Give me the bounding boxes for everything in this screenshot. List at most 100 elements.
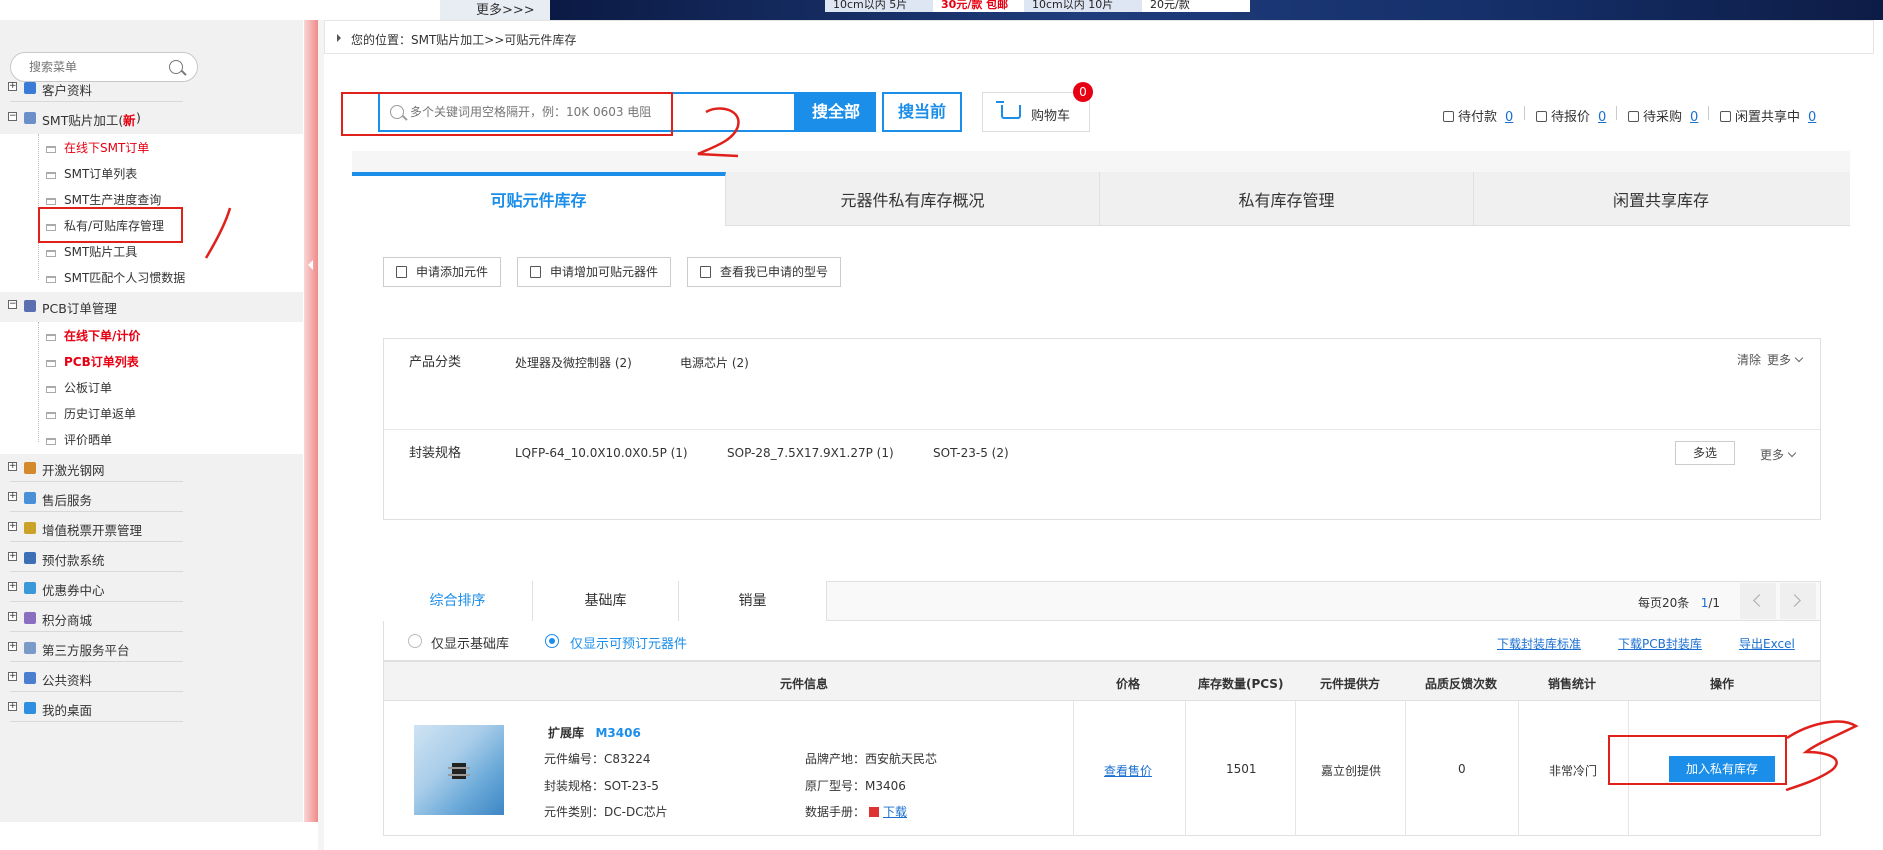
sidebar-item-label: 历史订单返单 <box>64 407 137 421</box>
expand-icon[interactable]: + <box>8 612 17 621</box>
expand-icon[interactable]: + <box>8 672 17 681</box>
pagination-info: 每页20条 1/1 <box>1638 594 1720 611</box>
status-count[interactable]: 0 <box>1690 110 1698 125</box>
collapse-arrow-icon[interactable] <box>308 260 313 270</box>
menu-section-icon <box>24 300 36 312</box>
radio-basic-only-label[interactable]: 仅显示基础库 <box>431 633 509 652</box>
search-icon[interactable] <box>169 60 183 74</box>
menu-section-icon <box>24 582 36 594</box>
request-add-component-button[interactable]: 申请添加元件 <box>383 257 502 287</box>
status-pending-payment[interactable]: 待付款 0 <box>1443 106 1513 125</box>
component-model-link[interactable]: M3406 <box>595 726 640 740</box>
menu-section-icon <box>24 612 36 624</box>
sidebar-section[interactable]: − SMT贴片加工(新) <box>0 104 303 132</box>
status-count[interactable]: 0 <box>1808 110 1816 125</box>
export-excel-link[interactable]: 导出Excel <box>1739 635 1795 652</box>
more-link[interactable]: 更多>>> <box>440 0 550 20</box>
next-page-button[interactable] <box>1780 583 1816 619</box>
view-price-link[interactable]: 查看售价 <box>1104 762 1152 779</box>
search-current-button[interactable]: 搜当前 <box>882 92 962 132</box>
search-all-button[interactable]: 搜全部 <box>796 92 876 132</box>
radio-basic-only[interactable] <box>408 634 422 648</box>
sidebar-item[interactable]: 在线下SMT订单 <box>0 134 303 160</box>
download-package-standard-link[interactable]: 下载封装库标准 <box>1497 635 1581 652</box>
clear-filter-link[interactable]: 清除 <box>1737 351 1761 368</box>
multi-select-button[interactable]: 多选 <box>1675 441 1735 465</box>
promo-price-2: 20元/款 <box>1142 0 1250 12</box>
expand-icon[interactable]: + <box>8 492 17 501</box>
radio-bookable-only[interactable] <box>545 634 559 648</box>
divider <box>1616 106 1617 120</box>
sidebar-section[interactable]: + 积分商城 <box>0 604 303 632</box>
status-idle-sharing[interactable]: 闲置共享中 0 <box>1720 106 1816 125</box>
expand-icon[interactable]: + <box>8 702 17 711</box>
sidebar-section[interactable]: + 客户资料 <box>0 74 303 102</box>
sort-tab-basic-library[interactable]: 基础库 <box>533 581 679 621</box>
document-icon <box>46 334 56 341</box>
expand-icon[interactable]: + <box>8 462 17 471</box>
component-datasheet: 数据手册： 下载 <box>805 803 907 820</box>
radio-bookable-only-label[interactable]: 仅显示可预订元器件 <box>570 633 687 652</box>
cart-count-badge: 0 <box>1073 82 1093 102</box>
sidebar-item[interactable]: SMT订单列表 <box>0 160 303 186</box>
cart-button[interactable]: 购物车 <box>982 92 1090 132</box>
field-label: 品牌产地： <box>805 752 866 766</box>
field-value: C83224 <box>604 752 651 766</box>
sidebar-collapse-bar[interactable] <box>304 20 318 822</box>
promo-banner[interactable]: 10cm以内 5片 30元/款 包邮 10cm以内 10片 20元/款 <box>550 0 1883 20</box>
status-pending-quote[interactable]: 待报价 0 <box>1536 106 1606 125</box>
sidebar-section[interactable]: + 公共资料 <box>0 664 303 692</box>
section-divider <box>10 721 183 722</box>
status-count[interactable]: 0 <box>1598 110 1606 125</box>
sidebar-item[interactable]: 在线下单/计价 <box>0 322 303 348</box>
expand-icon[interactable]: + <box>8 642 17 651</box>
sidebar-item[interactable]: 历史订单返单 <box>0 400 303 426</box>
expand-icon[interactable]: + <box>8 552 17 561</box>
tab-mountable-inventory[interactable]: 可贴元件库存 <box>352 172 726 226</box>
package-more-link[interactable]: 更多 <box>1760 446 1797 463</box>
sidebar-item[interactable]: SMT匹配个人习惯数据 <box>0 264 303 290</box>
view-my-requests-button[interactable]: 查看我已申请的型号 <box>687 257 842 287</box>
document-icon <box>46 438 56 445</box>
sidebar-item[interactable]: 评价晒单 <box>0 426 303 452</box>
sidebar-section[interactable]: + 我的桌面 <box>0 694 303 722</box>
sidebar-section[interactable]: + 预付款系统 <box>0 544 303 572</box>
sort-tab-default[interactable]: 综合排序 <box>383 581 533 621</box>
package-option[interactable]: SOP-28_7.5X17.9X1.27P (1) <box>727 446 894 460</box>
collapse-icon[interactable]: − <box>8 112 17 121</box>
download-pcb-package-link[interactable]: 下载PCB封装库 <box>1618 635 1702 652</box>
request-add-mountable-button[interactable]: 申请增加可贴元器件 <box>517 257 672 287</box>
collapse-icon[interactable]: − <box>8 300 17 309</box>
sidebar-item-label: PCB订单列表 <box>64 355 139 369</box>
expand-icon[interactable]: + <box>8 82 17 91</box>
sidebar-section[interactable]: − PCB订单管理 <box>0 292 303 320</box>
category-more-link[interactable]: 更多 <box>1767 351 1804 368</box>
sidebar-item[interactable]: PCB订单列表 <box>0 348 303 374</box>
sidebar-section[interactable]: + 第三方服务平台 <box>0 634 303 662</box>
top-banner: 更多>>> 10cm以内 5片 30元/款 包邮 10cm以内 10片 20元/… <box>0 0 1883 20</box>
sidebar-section[interactable]: + 优惠券中心 <box>0 574 303 602</box>
tab-idle-shared-inventory[interactable]: 闲置共享库存 <box>1474 172 1848 226</box>
status-pending-purchase[interactable]: 待采购 0 <box>1628 106 1698 125</box>
expand-icon[interactable]: + <box>8 522 17 531</box>
category-option[interactable]: 处理器及微控制器 (2) <box>515 354 632 371</box>
sidebar-section[interactable]: + 开激光钢网 <box>0 454 303 482</box>
status-count[interactable]: 0 <box>1505 110 1513 125</box>
sidebar-section[interactable]: + 售后服务 <box>0 484 303 512</box>
package-option[interactable]: LQFP-64_10.0X10.0X0.5P (1) <box>515 446 688 460</box>
tab-private-inventory-management[interactable]: 私有库存管理 <box>1100 172 1474 226</box>
tab-private-inventory-overview[interactable]: 元器件私有库存概况 <box>726 172 1100 226</box>
datasheet-download-link[interactable]: 下载 <box>883 805 907 819</box>
category-option[interactable]: 电源芯片 (2) <box>680 354 749 371</box>
package-option[interactable]: SOT-23-5 (2) <box>933 446 1009 460</box>
sidebar-item[interactable]: 公板订单 <box>0 374 303 400</box>
expand-icon[interactable]: + <box>8 582 17 591</box>
sidebar-section[interactable]: + 增值税票开票管理 <box>0 514 303 542</box>
status-label: 待报价 <box>1551 110 1591 125</box>
sort-tab-sales[interactable]: 销量 <box>679 581 827 621</box>
component-thumbnail[interactable] <box>414 725 504 815</box>
prev-page-button[interactable] <box>1740 583 1776 619</box>
field-value: 西安航天民芯 <box>865 752 938 766</box>
document-icon <box>46 172 56 179</box>
col-action: 操作 <box>1710 677 1735 691</box>
